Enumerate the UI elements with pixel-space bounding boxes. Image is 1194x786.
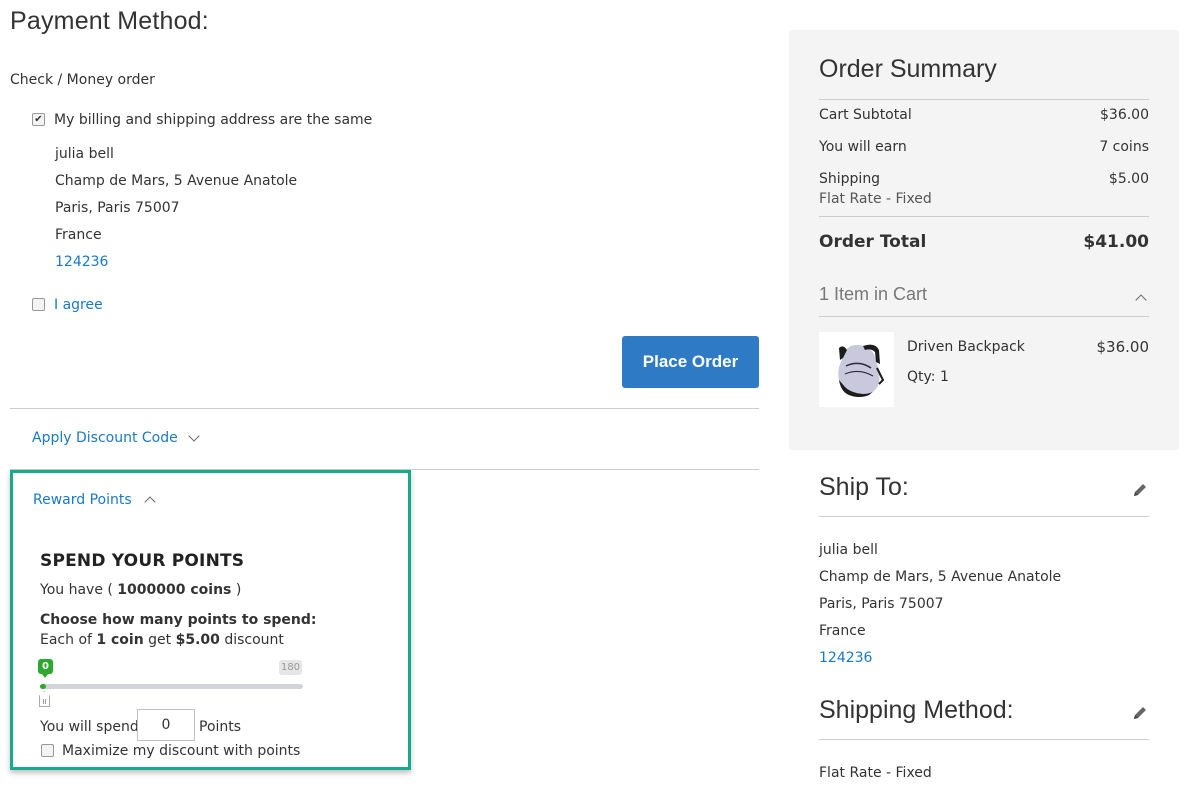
points-slider-fill	[40, 684, 46, 689]
edit-pencil-icon[interactable]	[1132, 705, 1148, 721]
points-balance-prefix: You have (	[40, 582, 118, 598]
ship-to-street: Champ de Mars, 5 Avenue Anatole	[819, 569, 1062, 585]
chevron-down-icon	[188, 429, 200, 442]
reward-points-label: Reward Points	[33, 492, 132, 508]
rate-mid: get	[143, 632, 176, 648]
ship-to-name: julia bell	[819, 542, 878, 558]
earn-label: You will earn	[819, 139, 907, 155]
product-thumbnail[interactable]	[819, 332, 894, 407]
payment-method-name: Check / Money order	[10, 72, 155, 88]
spend-points-input[interactable]	[137, 709, 195, 741]
product-qty: Qty: 1	[907, 369, 949, 385]
divider	[819, 316, 1149, 317]
place-order-button[interactable]: Place Order	[622, 336, 759, 388]
product-price: $36.00	[1096, 338, 1150, 356]
points-slider-handle[interactable]	[39, 691, 50, 707]
billing-same-checkbox[interactable]: ✔	[32, 113, 45, 126]
product-name: Driven Backpack	[907, 339, 1025, 355]
choose-points-label: Choose how many points to spend:	[40, 612, 317, 628]
billing-same-label[interactable]: My billing and shipping address are the …	[54, 112, 372, 128]
apply-discount-toggle[interactable]: Apply Discount Code	[32, 429, 200, 446]
spend-suffix-label: Points	[199, 719, 242, 735]
points-rate: Each of 1 coin get $5.00 discount	[40, 632, 284, 648]
order-total-value: $41.00	[1083, 232, 1149, 252]
divider	[819, 739, 1149, 740]
rate-coin: 1 coin	[96, 632, 144, 648]
shipping-method-sub: Flat Rate - Fixed	[819, 191, 932, 207]
billing-street: Champ de Mars, 5 Avenue Anatole	[55, 173, 298, 189]
billing-phone-link[interactable]: 124236	[55, 254, 108, 270]
items-in-cart-toggle[interactable]: 1 Item in Cart	[819, 284, 927, 305]
ship-to-city: Paris, Paris 75007	[819, 596, 944, 612]
reward-points-toggle[interactable]: Reward Points	[33, 492, 156, 508]
shipping-label: Shipping	[819, 171, 881, 187]
order-summary-panel: Order Summary Cart Subtotal $36.00 You w…	[789, 30, 1179, 450]
spend-prefix-label: You will spend	[40, 719, 139, 735]
points-slider-track[interactable]	[40, 684, 303, 689]
spend-points-title: SPEND YOUR POINTS	[40, 551, 245, 571]
shipping-method-title: Shipping Method:	[819, 696, 1014, 724]
subtotal-label: Cart Subtotal	[819, 107, 912, 123]
points-balance-suffix: )	[231, 582, 242, 598]
checkmark-icon: ✔	[34, 113, 43, 125]
rate-suffix: discount	[219, 632, 284, 648]
chevron-up-icon[interactable]	[1135, 294, 1147, 306]
ship-to-country: France	[819, 623, 866, 639]
maximize-discount-checkbox[interactable]	[41, 744, 54, 757]
chevron-up-icon	[143, 496, 156, 508]
apply-discount-label: Apply Discount Code	[32, 430, 178, 446]
billing-name: julia bell	[55, 146, 114, 162]
shipping-value: $5.00	[1108, 171, 1149, 187]
divider	[819, 99, 1149, 100]
slider-value-tooltip: 0	[38, 659, 53, 678]
billing-city: Paris, Paris 75007	[55, 200, 180, 216]
agree-link[interactable]: I agree	[54, 297, 103, 313]
reward-points-panel: Reward Points SPEND YOUR POINTS You have…	[10, 470, 411, 770]
slider-max-label: 180	[279, 660, 302, 675]
order-summary-title: Order Summary	[819, 55, 997, 83]
agree-checkbox[interactable]	[32, 298, 45, 311]
edit-pencil-icon[interactable]	[1132, 482, 1148, 498]
billing-country: France	[55, 227, 102, 243]
earn-value: 7 coins	[1099, 139, 1149, 155]
subtotal-value: $36.00	[1100, 107, 1149, 123]
divider	[10, 408, 759, 409]
points-balance-value: 1000000 coins	[117, 582, 232, 598]
divider	[819, 216, 1149, 217]
rate-prefix: Each of	[40, 632, 97, 648]
ship-to-title: Ship To:	[819, 473, 909, 501]
payment-method-title: Payment Method:	[10, 7, 209, 35]
backpack-icon	[838, 344, 885, 398]
rate-amount: $5.00	[175, 632, 220, 648]
grip-icon	[43, 698, 46, 704]
maximize-discount-label[interactable]: Maximize my discount with points	[62, 743, 300, 759]
shipping-method-value: Flat Rate - Fixed	[819, 765, 932, 781]
points-balance: You have ( 1000000 coins )	[40, 582, 241, 598]
divider	[819, 516, 1149, 517]
ship-to-phone-link[interactable]: 124236	[819, 650, 872, 666]
order-total-label: Order Total	[819, 232, 927, 252]
